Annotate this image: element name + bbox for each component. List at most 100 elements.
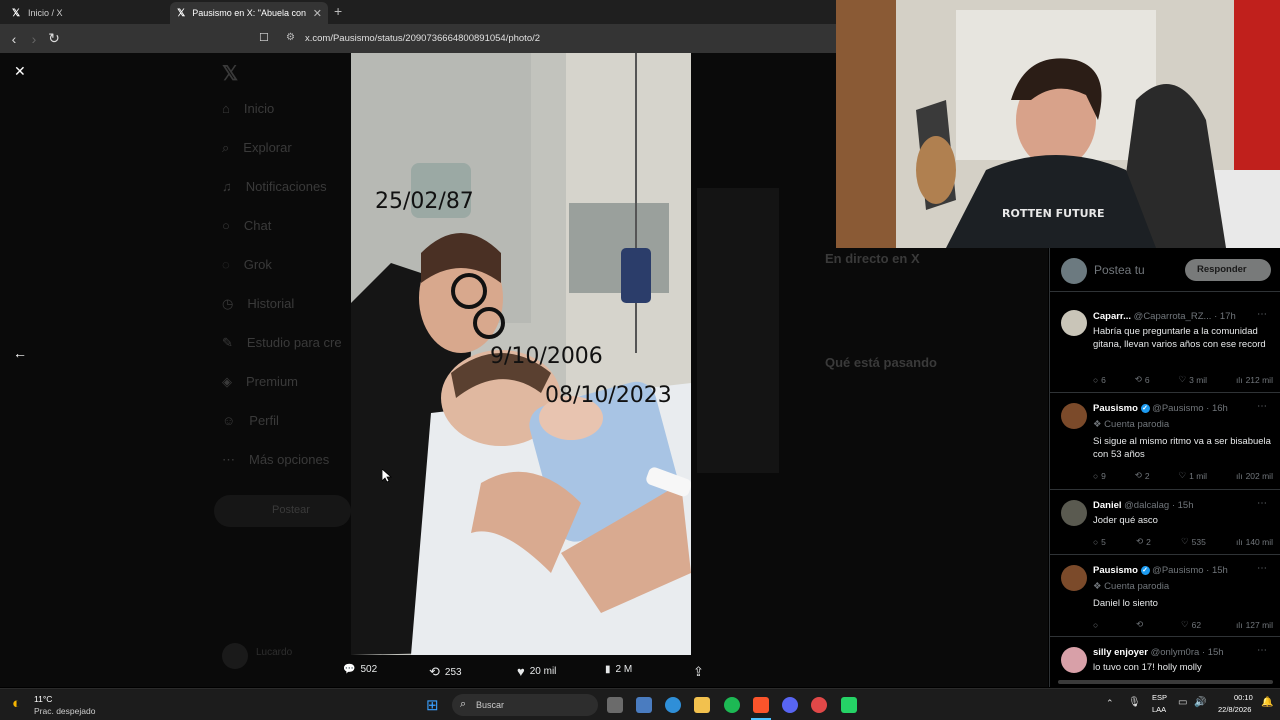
reply-author[interactable]: Caparr...	[1093, 311, 1131, 322]
more-options-icon[interactable]: ⋯	[1257, 401, 1267, 412]
reply-author[interactable]: silly enjoyer	[1093, 647, 1148, 658]
copilot-icon[interactable]	[665, 697, 681, 713]
repost-action[interactable]: ⟲ 253	[429, 664, 462, 680]
heart-icon: ♥	[517, 664, 525, 679]
photo-date-label: 9/10/2006	[490, 344, 603, 369]
reply-author[interactable]: Pausismo	[1093, 403, 1138, 414]
like-count[interactable]: ♡ 62	[1181, 619, 1201, 630]
bookmark-icon[interactable]: ☐	[259, 31, 269, 44]
volume-icon[interactable]: 🔊	[1194, 697, 1206, 708]
x-logo-icon: 𝕏	[11, 7, 21, 19]
views-action[interactable]: ▮ 2 M	[605, 664, 632, 675]
taskbar-search[interactable]: ⌕ Buscar	[452, 694, 598, 716]
windows-start-icon[interactable]: ⊞	[426, 696, 439, 714]
reply-item[interactable]: Pausismo ✓ @Pausismo · 16h ⋯ ❖ Cuenta pa…	[1050, 393, 1280, 490]
repost-count[interactable]: ⟲ 2	[1136, 536, 1151, 547]
reply-item[interactable]: Pausismo ✓ @Pausismo · 15h ⋯ ❖ Cuenta pa…	[1050, 555, 1280, 637]
avatar[interactable]	[1061, 500, 1087, 526]
avatar[interactable]	[1061, 403, 1087, 429]
discord-icon[interactable]	[782, 697, 798, 713]
reply-handle: @dalcalag	[1124, 500, 1170, 511]
weather-temp[interactable]: 11°C	[34, 694, 52, 704]
weather-icon[interactable]: ◐	[12, 695, 21, 712]
app-icon[interactable]	[636, 697, 652, 713]
sidebar-item-icon: ☺	[222, 413, 236, 428]
reply-text: Habría que preguntarle a la comunidad gi…	[1093, 326, 1266, 350]
heart-icon: ♡	[1178, 374, 1187, 384]
user-name: Lucardo	[256, 647, 293, 658]
verified-icon: ✓	[1140, 403, 1150, 413]
view-count[interactable]: ılı 140 mil	[1236, 536, 1273, 547]
clock-time[interactable]: 00:10	[1234, 693, 1253, 702]
post-button-label: Postear	[272, 504, 310, 516]
forward-icon[interactable]: ›	[24, 31, 44, 47]
repost-icon: ⟲	[1136, 536, 1144, 546]
obs-icon[interactable]	[811, 697, 827, 713]
views-icon: ılı	[1235, 619, 1243, 630]
more-options-icon[interactable]: ⋯	[1257, 563, 1267, 574]
avatar[interactable]	[1061, 565, 1087, 591]
file-explorer-icon[interactable]	[694, 697, 710, 713]
reply-count[interactable]: ○	[1093, 619, 1101, 630]
post-photo[interactable]: 25/02/87 9/10/2006 08/10/2023	[351, 53, 691, 655]
reply-action[interactable]: 💬 502	[343, 664, 377, 675]
like-count[interactable]: ♡ 535	[1181, 536, 1206, 547]
reply-author[interactable]: Daniel	[1093, 500, 1122, 511]
language-indicator[interactable]: ESP	[1152, 693, 1167, 702]
close-icon[interactable]: ✕	[14, 63, 26, 80]
reply-author[interactable]: Pausismo	[1093, 565, 1138, 576]
sidebar-item-icon: ◌	[222, 257, 230, 272]
site-info-icon[interactable]: ⚙	[286, 32, 295, 43]
close-tab-icon[interactable]: ✕	[313, 7, 322, 20]
back-icon[interactable]: ‹	[4, 31, 24, 47]
view-count[interactable]: ılı 212 mil	[1236, 374, 1273, 385]
photo-date-label: 08/10/2023	[545, 383, 672, 408]
avatar	[1061, 258, 1087, 284]
share-icon[interactable]: ⇪	[693, 664, 704, 680]
weather-desc[interactable]: Prac. despejado	[34, 706, 95, 716]
view-count[interactable]: ılı 127 mil	[1236, 619, 1273, 630]
more-options-icon[interactable]: ⋯	[1257, 309, 1267, 320]
reply-composer: Postea tu Responder	[1050, 248, 1280, 292]
like-count[interactable]: ♡ 1 mil	[1178, 470, 1207, 481]
repost-count[interactable]: ⟲	[1136, 619, 1146, 630]
repost-count[interactable]: ⟲ 6	[1135, 374, 1150, 385]
more-options-icon[interactable]: ⋯	[1257, 498, 1267, 509]
spotify-icon[interactable]	[724, 697, 740, 713]
reply-button[interactable]: Responder	[1185, 259, 1271, 281]
task-view-icon[interactable]	[607, 697, 623, 713]
network-icon[interactable]: ▭	[1178, 697, 1187, 708]
horizontal-scrollbar[interactable]	[1058, 680, 1273, 684]
avatar[interactable]	[1061, 647, 1087, 673]
new-tab-button[interactable]: +	[334, 3, 342, 19]
avatar[interactable]	[1061, 310, 1087, 336]
reply-count[interactable]: ○ 6	[1093, 374, 1106, 385]
clock-date[interactable]: 22/8/2026	[1218, 705, 1251, 714]
views-icon: ılı	[1235, 374, 1243, 385]
reply-text: lo tuvo con 17! holly molly	[1093, 662, 1202, 673]
parody-badge: ❖ Cuenta parodia	[1093, 419, 1170, 430]
tab-pausismo[interactable]: 𝕏 Pausismo en X: "Abuela con 36 a ✕	[170, 2, 328, 24]
reply-count[interactable]: ○ 9	[1093, 470, 1106, 481]
reply-item[interactable]: Daniel @dalcalag · 15h ⋯ Joder qué asco …	[1050, 490, 1280, 555]
like-count[interactable]: ♡ 3 mil	[1178, 374, 1207, 385]
reload-icon[interactable]: ↻	[44, 30, 64, 47]
notification-bell-icon[interactable]: 🔔	[1261, 697, 1273, 708]
chevron-up-icon[interactable]: ⌃	[1106, 698, 1114, 709]
view-count[interactable]: ılı 202 mil	[1236, 470, 1273, 481]
repost-count[interactable]: ⟲ 2	[1135, 470, 1150, 481]
address-bar[interactable]: x.com/Pausismo/status/209073666480089105…	[305, 33, 540, 44]
reply-count[interactable]: ○ 5	[1093, 536, 1106, 547]
whatsapp-icon[interactable]	[841, 697, 857, 713]
tab-inicio[interactable]: 𝕏 Inicio / X	[4, 2, 168, 24]
microphone-icon[interactable]: 🎙	[1128, 697, 1141, 708]
keyboard-layout[interactable]: LAA	[1152, 705, 1166, 714]
search-placeholder: Buscar	[476, 700, 505, 710]
like-action[interactable]: ♥ 20 mil	[517, 664, 556, 679]
reply-stats: ○ ⟲ ♡ 62 ılı 127 mil	[1093, 619, 1273, 630]
previous-photo-icon[interactable]: ←	[13, 345, 27, 361]
brave-browser-icon[interactable]	[753, 697, 769, 713]
reply-item[interactable]: Caparr... @Caparrota_RZ... · 17h ⋯ Habrí…	[1050, 304, 1280, 393]
more-options-icon[interactable]: ⋯	[1257, 645, 1267, 656]
compose-input[interactable]: Postea tu	[1094, 263, 1145, 277]
